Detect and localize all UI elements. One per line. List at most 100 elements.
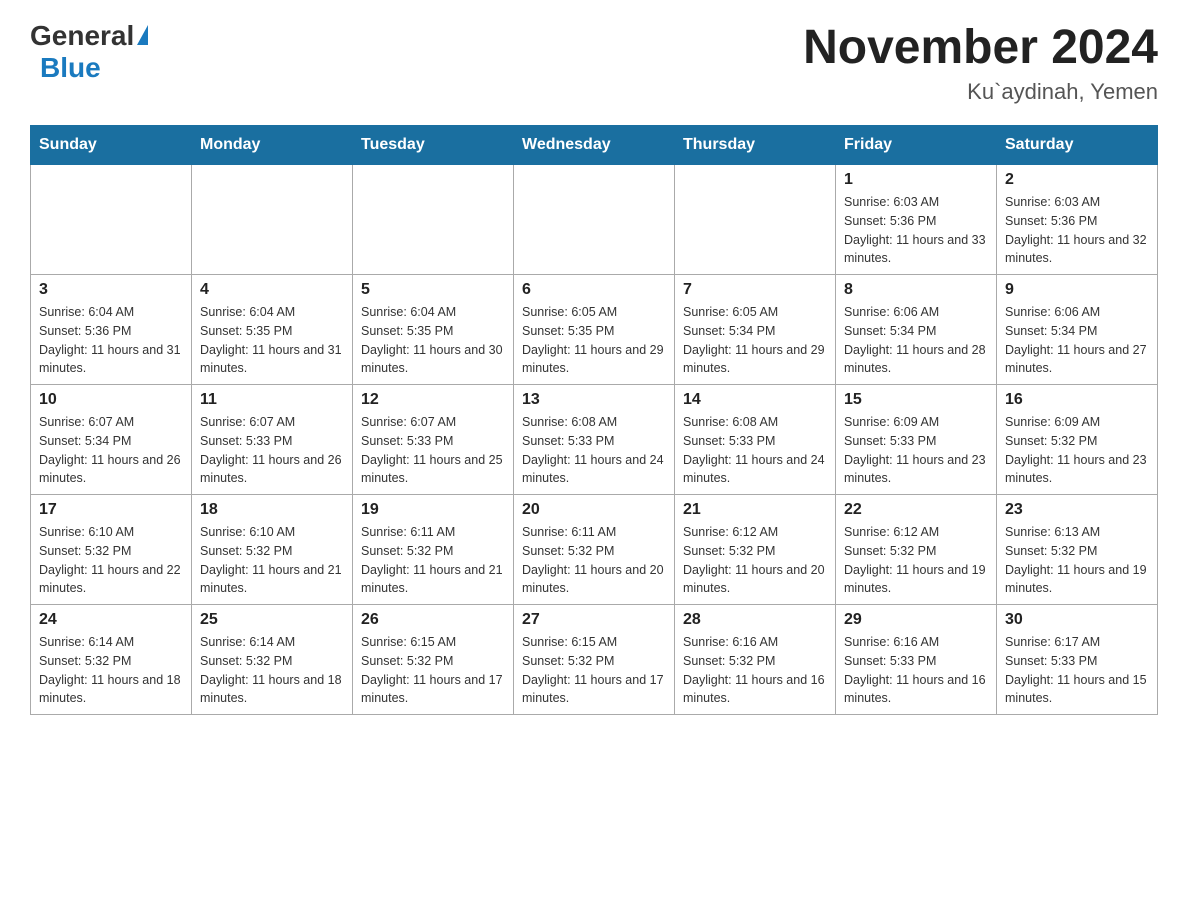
day-number: 4 <box>200 281 344 299</box>
table-cell: 8 Sunrise: 6:06 AM Sunset: 5:34 PM Daylig… <box>836 275 997 385</box>
table-cell: 2 Sunrise: 6:03 AM Sunset: 5:36 PM Daylig… <box>997 165 1158 275</box>
day-info: Sunrise: 6:04 AM Sunset: 5:35 PM Dayligh… <box>361 303 505 378</box>
table-cell: 27 Sunrise: 6:15 AM Sunset: 5:32 PM Dayli… <box>514 605 675 715</box>
table-cell: 20Sunrise: 6:11 AM Sunset: 5:32 PM Dayli… <box>514 495 675 605</box>
day-number: 28 <box>683 611 827 629</box>
table-cell: 18Sunrise: 6:10 AM Sunset: 5:32 PM Dayli… <box>192 495 353 605</box>
logo-blue-text: Blue <box>40 52 101 84</box>
week-row-3: 10 Sunrise: 6:07 AM Sunset: 5:34 PM Dayli… <box>31 385 1158 495</box>
day-info: Sunrise: 6:07 AM Sunset: 5:33 PM Dayligh… <box>361 413 505 488</box>
day-number: 2 <box>1005 171 1149 189</box>
table-cell: 14Sunrise: 6:08 AM Sunset: 5:33 PM Dayli… <box>675 385 836 495</box>
day-info: Sunrise: 6:03 AM Sunset: 5:36 PM Dayligh… <box>1005 193 1149 268</box>
table-cell: 30 Sunrise: 6:17 AM Sunset: 5:33 PM Dayli… <box>997 605 1158 715</box>
table-cell: 29Sunrise: 6:16 AM Sunset: 5:33 PM Dayli… <box>836 605 997 715</box>
day-info: Sunrise: 6:10 AM Sunset: 5:32 PM Dayligh… <box>200 523 344 598</box>
day-info: Sunrise: 6:12 AM Sunset: 5:32 PM Dayligh… <box>844 523 988 598</box>
day-number: 10 <box>39 391 183 409</box>
table-cell: 3 Sunrise: 6:04 AM Sunset: 5:36 PM Daylig… <box>31 275 192 385</box>
day-info: Sunrise: 6:08 AM Sunset: 5:33 PM Dayligh… <box>522 413 666 488</box>
week-row-2: 3 Sunrise: 6:04 AM Sunset: 5:36 PM Daylig… <box>31 275 1158 385</box>
day-info: Sunrise: 6:09 AM Sunset: 5:32 PM Dayligh… <box>1005 413 1149 488</box>
day-info: Sunrise: 6:10 AM Sunset: 5:32 PM Dayligh… <box>39 523 183 598</box>
day-info: Sunrise: 6:05 AM Sunset: 5:35 PM Dayligh… <box>522 303 666 378</box>
day-number: 7 <box>683 281 827 299</box>
day-number: 21 <box>683 501 827 519</box>
table-cell <box>31 165 192 275</box>
day-info: Sunrise: 6:15 AM Sunset: 5:32 PM Dayligh… <box>361 633 505 708</box>
calendar-header-row: Sunday Monday Tuesday Wednesday Thursday… <box>31 126 1158 165</box>
week-row-1: 1 Sunrise: 6:03 AM Sunset: 5:36 PM Daylig… <box>31 165 1158 275</box>
day-info: Sunrise: 6:04 AM Sunset: 5:35 PM Dayligh… <box>200 303 344 378</box>
table-cell: 6Sunrise: 6:05 AM Sunset: 5:35 PM Daylig… <box>514 275 675 385</box>
header-sunday: Sunday <box>31 126 192 165</box>
day-number: 12 <box>361 391 505 409</box>
table-cell: 22 Sunrise: 6:12 AM Sunset: 5:32 PM Dayli… <box>836 495 997 605</box>
table-cell: 28 Sunrise: 6:16 AM Sunset: 5:32 PM Dayli… <box>675 605 836 715</box>
day-number: 19 <box>361 501 505 519</box>
day-number: 3 <box>39 281 183 299</box>
header-tuesday: Tuesday <box>353 126 514 165</box>
table-cell: 13 Sunrise: 6:08 AM Sunset: 5:33 PM Dayli… <box>514 385 675 495</box>
table-cell: 4 Sunrise: 6:04 AM Sunset: 5:35 PM Daylig… <box>192 275 353 385</box>
table-cell: 21 Sunrise: 6:12 AM Sunset: 5:32 PM Dayli… <box>675 495 836 605</box>
day-number: 22 <box>844 501 988 519</box>
day-number: 26 <box>361 611 505 629</box>
table-cell: 5 Sunrise: 6:04 AM Sunset: 5:35 PM Daylig… <box>353 275 514 385</box>
table-cell: 9 Sunrise: 6:06 AM Sunset: 5:34 PM Daylig… <box>997 275 1158 385</box>
table-cell: 10 Sunrise: 6:07 AM Sunset: 5:34 PM Dayli… <box>31 385 192 495</box>
day-info: Sunrise: 6:11 AM Sunset: 5:32 PM Dayligh… <box>522 523 666 598</box>
day-info: Sunrise: 6:12 AM Sunset: 5:32 PM Dayligh… <box>683 523 827 598</box>
day-info: Sunrise: 6:05 AM Sunset: 5:34 PM Dayligh… <box>683 303 827 378</box>
header-wednesday: Wednesday <box>514 126 675 165</box>
day-number: 1 <box>844 171 988 189</box>
day-info: Sunrise: 6:07 AM Sunset: 5:34 PM Dayligh… <box>39 413 183 488</box>
table-cell <box>675 165 836 275</box>
day-number: 15 <box>844 391 988 409</box>
day-info: Sunrise: 6:17 AM Sunset: 5:33 PM Dayligh… <box>1005 633 1149 708</box>
day-number: 25 <box>200 611 344 629</box>
week-row-4: 17 Sunrise: 6:10 AM Sunset: 5:32 PM Dayli… <box>31 495 1158 605</box>
day-number: 11 <box>200 391 344 409</box>
table-cell: 25 Sunrise: 6:14 AM Sunset: 5:32 PM Dayli… <box>192 605 353 715</box>
day-number: 17 <box>39 501 183 519</box>
table-cell: 23 Sunrise: 6:13 AM Sunset: 5:32 PM Dayli… <box>997 495 1158 605</box>
week-row-5: 24 Sunrise: 6:14 AM Sunset: 5:32 PM Dayli… <box>31 605 1158 715</box>
title-section: November 2024 Ku`aydinah, Yemen <box>803 20 1158 105</box>
day-number: 16 <box>1005 391 1149 409</box>
day-number: 30 <box>1005 611 1149 629</box>
day-info: Sunrise: 6:14 AM Sunset: 5:32 PM Dayligh… <box>200 633 344 708</box>
day-info: Sunrise: 6:13 AM Sunset: 5:32 PM Dayligh… <box>1005 523 1149 598</box>
table-cell: 7 Sunrise: 6:05 AM Sunset: 5:34 PM Daylig… <box>675 275 836 385</box>
calendar-table: Sunday Monday Tuesday Wednesday Thursday… <box>30 125 1158 715</box>
table-cell: 12 Sunrise: 6:07 AM Sunset: 5:33 PM Dayli… <box>353 385 514 495</box>
day-info: Sunrise: 6:06 AM Sunset: 5:34 PM Dayligh… <box>844 303 988 378</box>
day-info: Sunrise: 6:07 AM Sunset: 5:33 PM Dayligh… <box>200 413 344 488</box>
day-number: 8 <box>844 281 988 299</box>
logo-general-text: General <box>30 20 134 52</box>
day-number: 9 <box>1005 281 1149 299</box>
day-info: Sunrise: 6:09 AM Sunset: 5:33 PM Dayligh… <box>844 413 988 488</box>
table-cell <box>353 165 514 275</box>
header-saturday: Saturday <box>997 126 1158 165</box>
day-number: 27 <box>522 611 666 629</box>
day-number: 13 <box>522 391 666 409</box>
day-number: 5 <box>361 281 505 299</box>
table-cell: 17 Sunrise: 6:10 AM Sunset: 5:32 PM Dayli… <box>31 495 192 605</box>
day-number: 23 <box>1005 501 1149 519</box>
header-friday: Friday <box>836 126 997 165</box>
logo: General Blue <box>30 20 148 84</box>
day-info: Sunrise: 6:06 AM Sunset: 5:34 PM Dayligh… <box>1005 303 1149 378</box>
day-number: 29 <box>844 611 988 629</box>
day-info: Sunrise: 6:16 AM Sunset: 5:32 PM Dayligh… <box>683 633 827 708</box>
page-header: General Blue November 2024 Ku`aydinah, Y… <box>30 20 1158 105</box>
day-info: Sunrise: 6:08 AM Sunset: 5:33 PM Dayligh… <box>683 413 827 488</box>
day-info: Sunrise: 6:03 AM Sunset: 5:36 PM Dayligh… <box>844 193 988 268</box>
header-monday: Monday <box>192 126 353 165</box>
table-cell: 1 Sunrise: 6:03 AM Sunset: 5:36 PM Daylig… <box>836 165 997 275</box>
table-cell: 16 Sunrise: 6:09 AM Sunset: 5:32 PM Dayli… <box>997 385 1158 495</box>
table-cell: 11 Sunrise: 6:07 AM Sunset: 5:33 PM Dayli… <box>192 385 353 495</box>
day-info: Sunrise: 6:15 AM Sunset: 5:32 PM Dayligh… <box>522 633 666 708</box>
day-info: Sunrise: 6:04 AM Sunset: 5:36 PM Dayligh… <box>39 303 183 378</box>
day-number: 24 <box>39 611 183 629</box>
